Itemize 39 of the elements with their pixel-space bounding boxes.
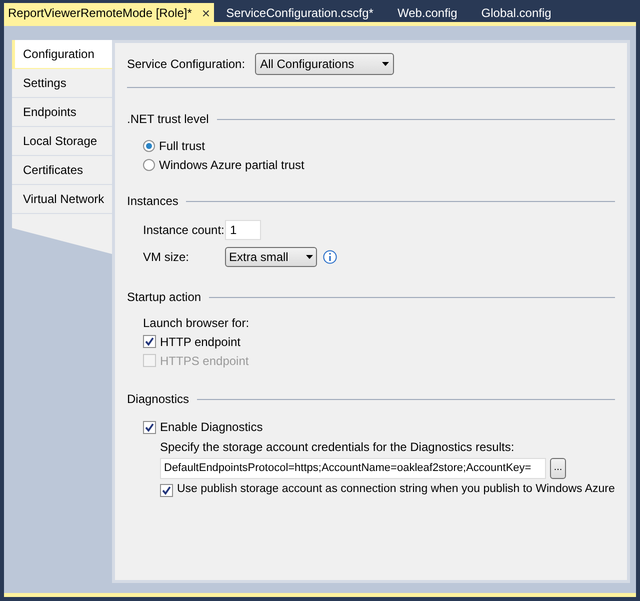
side-tab[interactable]: Settings — [12, 69, 112, 98]
section-heading: Startup action — [127, 289, 202, 306]
close-icon[interactable]: × — [202, 6, 210, 20]
option-label: Enable Diagnostics — [160, 419, 263, 436]
radio-button[interactable] — [143, 140, 155, 152]
side-tab[interactable]: Endpoints — [12, 98, 112, 127]
caret-icon — [306, 255, 313, 259]
caret-icon — [382, 62, 390, 66]
field-label: VM size: — [143, 249, 190, 266]
side-tab[interactable]: Configuration — [12, 40, 112, 69]
connection-string-field[interactable]: DefaultEndpointsProtocol=https;AccountName=oakleaf2store;AccountKey= — [160, 458, 546, 478]
field-label: Service Configuration: — [127, 56, 246, 73]
checkbox[interactable] — [143, 420, 156, 434]
option-label: HTTPS endpoint — [160, 352, 249, 370]
browse-button[interactable]: ... — [550, 458, 566, 478]
instance-count-field[interactable]: 1 — [225, 220, 261, 240]
document-tab[interactable]: ReportViewerRemoteMode [Role]* × — [4, 3, 214, 22]
document-tab[interactable]: Global.config — [469, 3, 564, 22]
radio-button[interactable] — [143, 158, 155, 170]
checkbox[interactable] — [160, 484, 173, 496]
side-tab[interactable]: Virtual Network — [12, 185, 112, 214]
configuration-dropdown[interactable]: All Configurations — [255, 53, 394, 75]
side-tab[interactable]: Certificates — [12, 156, 112, 185]
option-label: Full trust — [159, 138, 206, 154]
side-tab[interactable]: Local Storage — [12, 127, 112, 156]
option-label: HTTP endpoint — [160, 334, 240, 350]
section-heading: Instances — [127, 193, 178, 210]
vm-size-dropdown[interactable]: Extra small — [225, 247, 317, 267]
checkbox[interactable] — [143, 335, 156, 348]
option-label: Windows Azure partial trust — [159, 156, 304, 174]
prompt-text: Launch browser for: — [142, 315, 250, 332]
option-label: Use publish storage account as connection string when you publish to Windows Azure — [177, 482, 615, 498]
prompt-text: Specify the storage account credentials for the Diagnostics results: — [159, 439, 516, 456]
section-heading: Diagnostics — [127, 391, 190, 408]
document-tab[interactable]: Web.config — [385, 3, 470, 22]
document-tab[interactable]: ServiceConfiguration.cscfg* — [214, 3, 386, 22]
field-label: Instance count: — [143, 222, 225, 239]
section-heading: .NET trust level — [127, 111, 209, 128]
info-icon[interactable] — [323, 250, 337, 264]
